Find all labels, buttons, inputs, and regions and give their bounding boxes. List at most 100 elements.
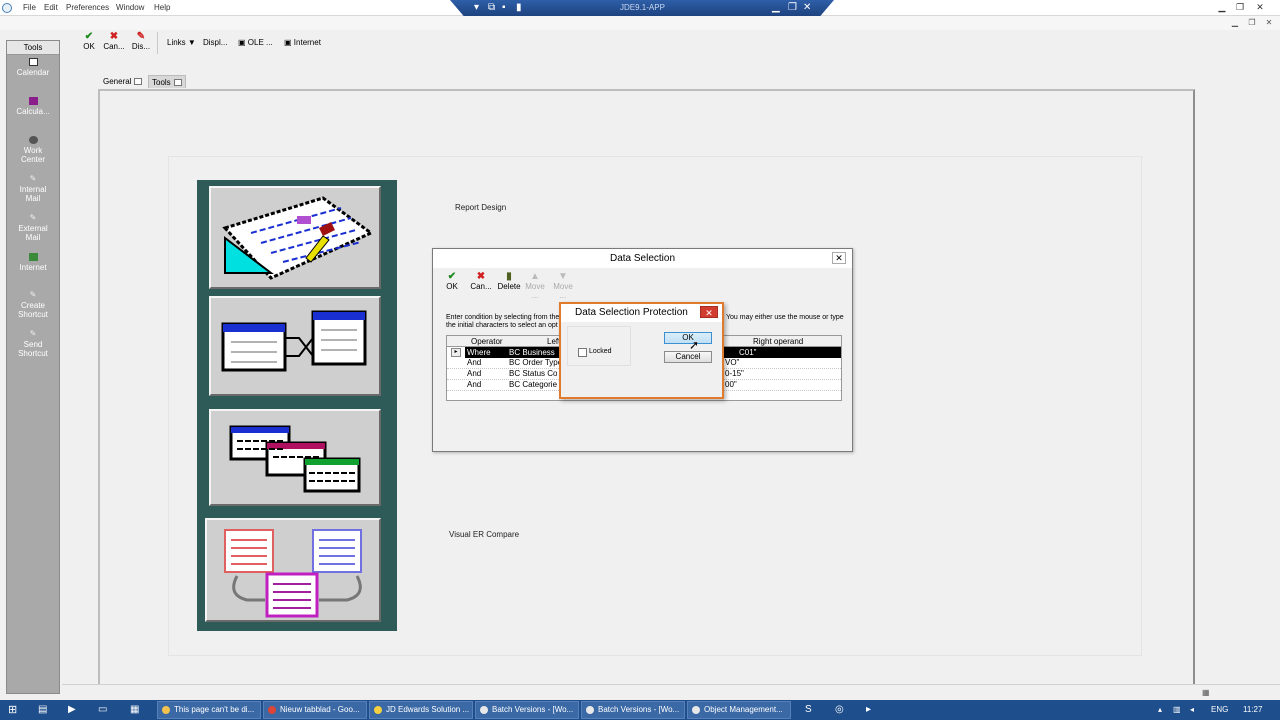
cancel-label: Can... bbox=[103, 42, 125, 51]
restore-icon[interactable]: ❐ bbox=[1233, 1, 1247, 13]
resize-grip-icon[interactable]: ▦ bbox=[1202, 688, 1210, 697]
locked-checkbox[interactable] bbox=[578, 348, 587, 357]
row-3-right[interactable]: 0-15" bbox=[725, 369, 744, 379]
internet-page-icon: ▣ bbox=[284, 38, 292, 47]
display-button[interactable]: ✎ Dis... bbox=[130, 32, 152, 52]
minimize-icon[interactable]: ▁ bbox=[1215, 1, 1229, 13]
tool-internal-mail[interactable]: ✎ Internal Mail bbox=[7, 175, 59, 204]
close-icon[interactable]: ✕ bbox=[1253, 1, 1267, 13]
col-operator[interactable]: Operator bbox=[471, 337, 503, 347]
send-shortcut-icon: ✎ bbox=[29, 329, 37, 338]
ds-move-up-label: Move ... bbox=[525, 282, 545, 300]
internet-icon bbox=[28, 253, 38, 261]
powershell-icon[interactable]: ▶ bbox=[68, 701, 76, 719]
col-right-operand[interactable]: Right operand bbox=[753, 337, 803, 347]
taskbar-app-1[interactable]: This page can't be di... bbox=[157, 701, 261, 719]
taskbar-app-6[interactable]: Object Management... bbox=[687, 701, 791, 719]
links-label: Links bbox=[167, 38, 186, 47]
tool-external-mail[interactable]: ✎ External Mail bbox=[7, 213, 59, 243]
tray-clock[interactable]: 11:27 bbox=[1243, 701, 1262, 719]
row-2-right[interactable]: VO" bbox=[725, 358, 739, 368]
taskbar-app-2[interactable]: Nieuw tabblad - Goo... bbox=[263, 701, 367, 719]
tool-internet[interactable]: Internet bbox=[7, 253, 59, 272]
row-2-operator[interactable]: And bbox=[467, 358, 481, 368]
rd-restore-icon[interactable]: ❐ bbox=[788, 2, 797, 13]
tray-arrow-icon[interactable]: ▴ bbox=[1158, 701, 1162, 719]
external-mail-icon: ✎ bbox=[29, 213, 37, 222]
protection-close-icon[interactable]: ✕ bbox=[700, 306, 718, 318]
cancel-button[interactable]: ✖ Can... bbox=[102, 31, 126, 52]
tab-tools[interactable]: Tools bbox=[148, 75, 186, 88]
inner-close-icon[interactable]: ✕ bbox=[1263, 17, 1275, 28]
displ-button[interactable]: Displ... bbox=[203, 38, 227, 47]
tab-general[interactable]: General bbox=[100, 75, 145, 88]
app-s-icon[interactable]: S bbox=[805, 701, 812, 719]
tool-create-shortcut[interactable]: ✎ Create Shortcut bbox=[7, 290, 59, 320]
server-manager-icon[interactable]: ▤ bbox=[38, 701, 47, 719]
menu-edit[interactable]: Edit bbox=[44, 3, 58, 12]
notes-icon[interactable]: ▦ bbox=[130, 701, 139, 719]
row-selector-icon[interactable]: ▸ bbox=[451, 348, 461, 357]
ds-cancel-button[interactable]: ✖ Can... bbox=[469, 271, 493, 291]
tools-panel-header[interactable]: Tools bbox=[7, 41, 59, 55]
tray-network-icon[interactable]: ▥ bbox=[1173, 701, 1181, 719]
rd-minimize-icon[interactable]: ▁ bbox=[772, 2, 780, 13]
x-icon: ✖ bbox=[109, 31, 119, 42]
menu-help[interactable]: Help bbox=[154, 3, 170, 12]
tool-work-center[interactable]: Work Center bbox=[7, 136, 59, 164]
taskbar-app-3[interactable]: JD Edwards Solution ... bbox=[369, 701, 473, 719]
tray-volume-icon[interactable]: ◂ bbox=[1190, 701, 1194, 719]
row-1-right[interactable]: C01" bbox=[739, 348, 757, 358]
row-4-right[interactable]: 00" bbox=[725, 380, 737, 390]
internet-button[interactable]: ▣ Internet bbox=[284, 38, 321, 47]
tool-send-shortcut[interactable]: ✎ Send Shortcut bbox=[7, 329, 59, 359]
table-join-tile[interactable] bbox=[209, 296, 381, 396]
ole-button[interactable]: ▣ OLE ... bbox=[238, 38, 273, 47]
ds-move-down-button[interactable]: ▼ Move ... bbox=[551, 271, 575, 300]
tray-language[interactable]: ENG bbox=[1211, 701, 1228, 719]
menu-window[interactable]: Window bbox=[116, 3, 144, 12]
pin-icon[interactable]: ▾ bbox=[474, 2, 479, 13]
visual-er-compare-label[interactable]: Visual ER Compare bbox=[449, 530, 519, 539]
taskbar-app-5[interactable]: Batch Versions - [Wo... bbox=[581, 701, 685, 719]
row-3-left[interactable]: BC Status Co bbox=[509, 369, 557, 379]
inner-minimize-icon[interactable]: ▁ bbox=[1229, 17, 1241, 28]
row-2-left[interactable]: BC Order Type bbox=[509, 358, 562, 368]
row-4-left[interactable]: BC Categorie bbox=[509, 380, 557, 390]
check-icon: ✔ bbox=[447, 271, 457, 282]
tool-calculator[interactable]: Calcula... bbox=[7, 97, 59, 116]
menu-preferences[interactable]: Preferences bbox=[66, 3, 109, 12]
ds-ok-button[interactable]: ✔ OK bbox=[445, 271, 459, 291]
explorer-icon[interactable]: ▭ bbox=[98, 701, 107, 719]
links-menu[interactable]: Links ▼ bbox=[167, 38, 196, 47]
report-design-label[interactable]: Report Design bbox=[455, 203, 506, 212]
row-1-operator[interactable]: Where bbox=[467, 348, 491, 358]
row-1-left[interactable]: BC Business bbox=[509, 348, 555, 358]
report-design-tile[interactable] bbox=[209, 186, 381, 289]
ds-delete-button[interactable]: ▮ Delete bbox=[497, 271, 521, 291]
tool-label: Work Center bbox=[20, 146, 45, 164]
menu-file[interactable]: File bbox=[23, 3, 36, 12]
protection-cancel-button[interactable]: Cancel bbox=[664, 351, 712, 363]
taskbar-app-4[interactable]: Batch Versions - [Wo... bbox=[475, 701, 579, 719]
inner-restore-icon[interactable]: ❐ bbox=[1246, 17, 1258, 28]
protection-ok-button[interactable]: OK bbox=[664, 332, 712, 344]
create-shortcut-icon: ✎ bbox=[29, 290, 37, 299]
multi-table-tile[interactable] bbox=[209, 409, 381, 506]
inner-window-strip: ▁ ❐ ✕ bbox=[0, 16, 1280, 30]
app-terminal-icon[interactable]: ▸ bbox=[866, 701, 871, 719]
ok-button[interactable]: ✔ OK bbox=[82, 32, 96, 52]
ds-move-up-button[interactable]: ▲ Move ... bbox=[523, 271, 547, 300]
rd-close-icon[interactable]: ✕ bbox=[803, 2, 811, 13]
row-4-operator[interactable]: And bbox=[467, 380, 481, 390]
signal-icon: ▮ bbox=[516, 2, 522, 13]
chrome-icon bbox=[268, 706, 276, 714]
data-selection-close-icon[interactable]: ✕ bbox=[832, 252, 846, 264]
toolbar-separator bbox=[157, 32, 158, 54]
remote-title: JDE9.1-APP bbox=[620, 3, 665, 12]
start-icon[interactable]: ⊞ bbox=[8, 701, 17, 719]
app-globe-icon[interactable]: ◎ bbox=[835, 701, 844, 719]
visual-er-compare-tile[interactable] bbox=[205, 518, 381, 622]
tool-calendar[interactable]: Calendar bbox=[7, 58, 59, 77]
row-3-operator[interactable]: And bbox=[467, 369, 481, 379]
